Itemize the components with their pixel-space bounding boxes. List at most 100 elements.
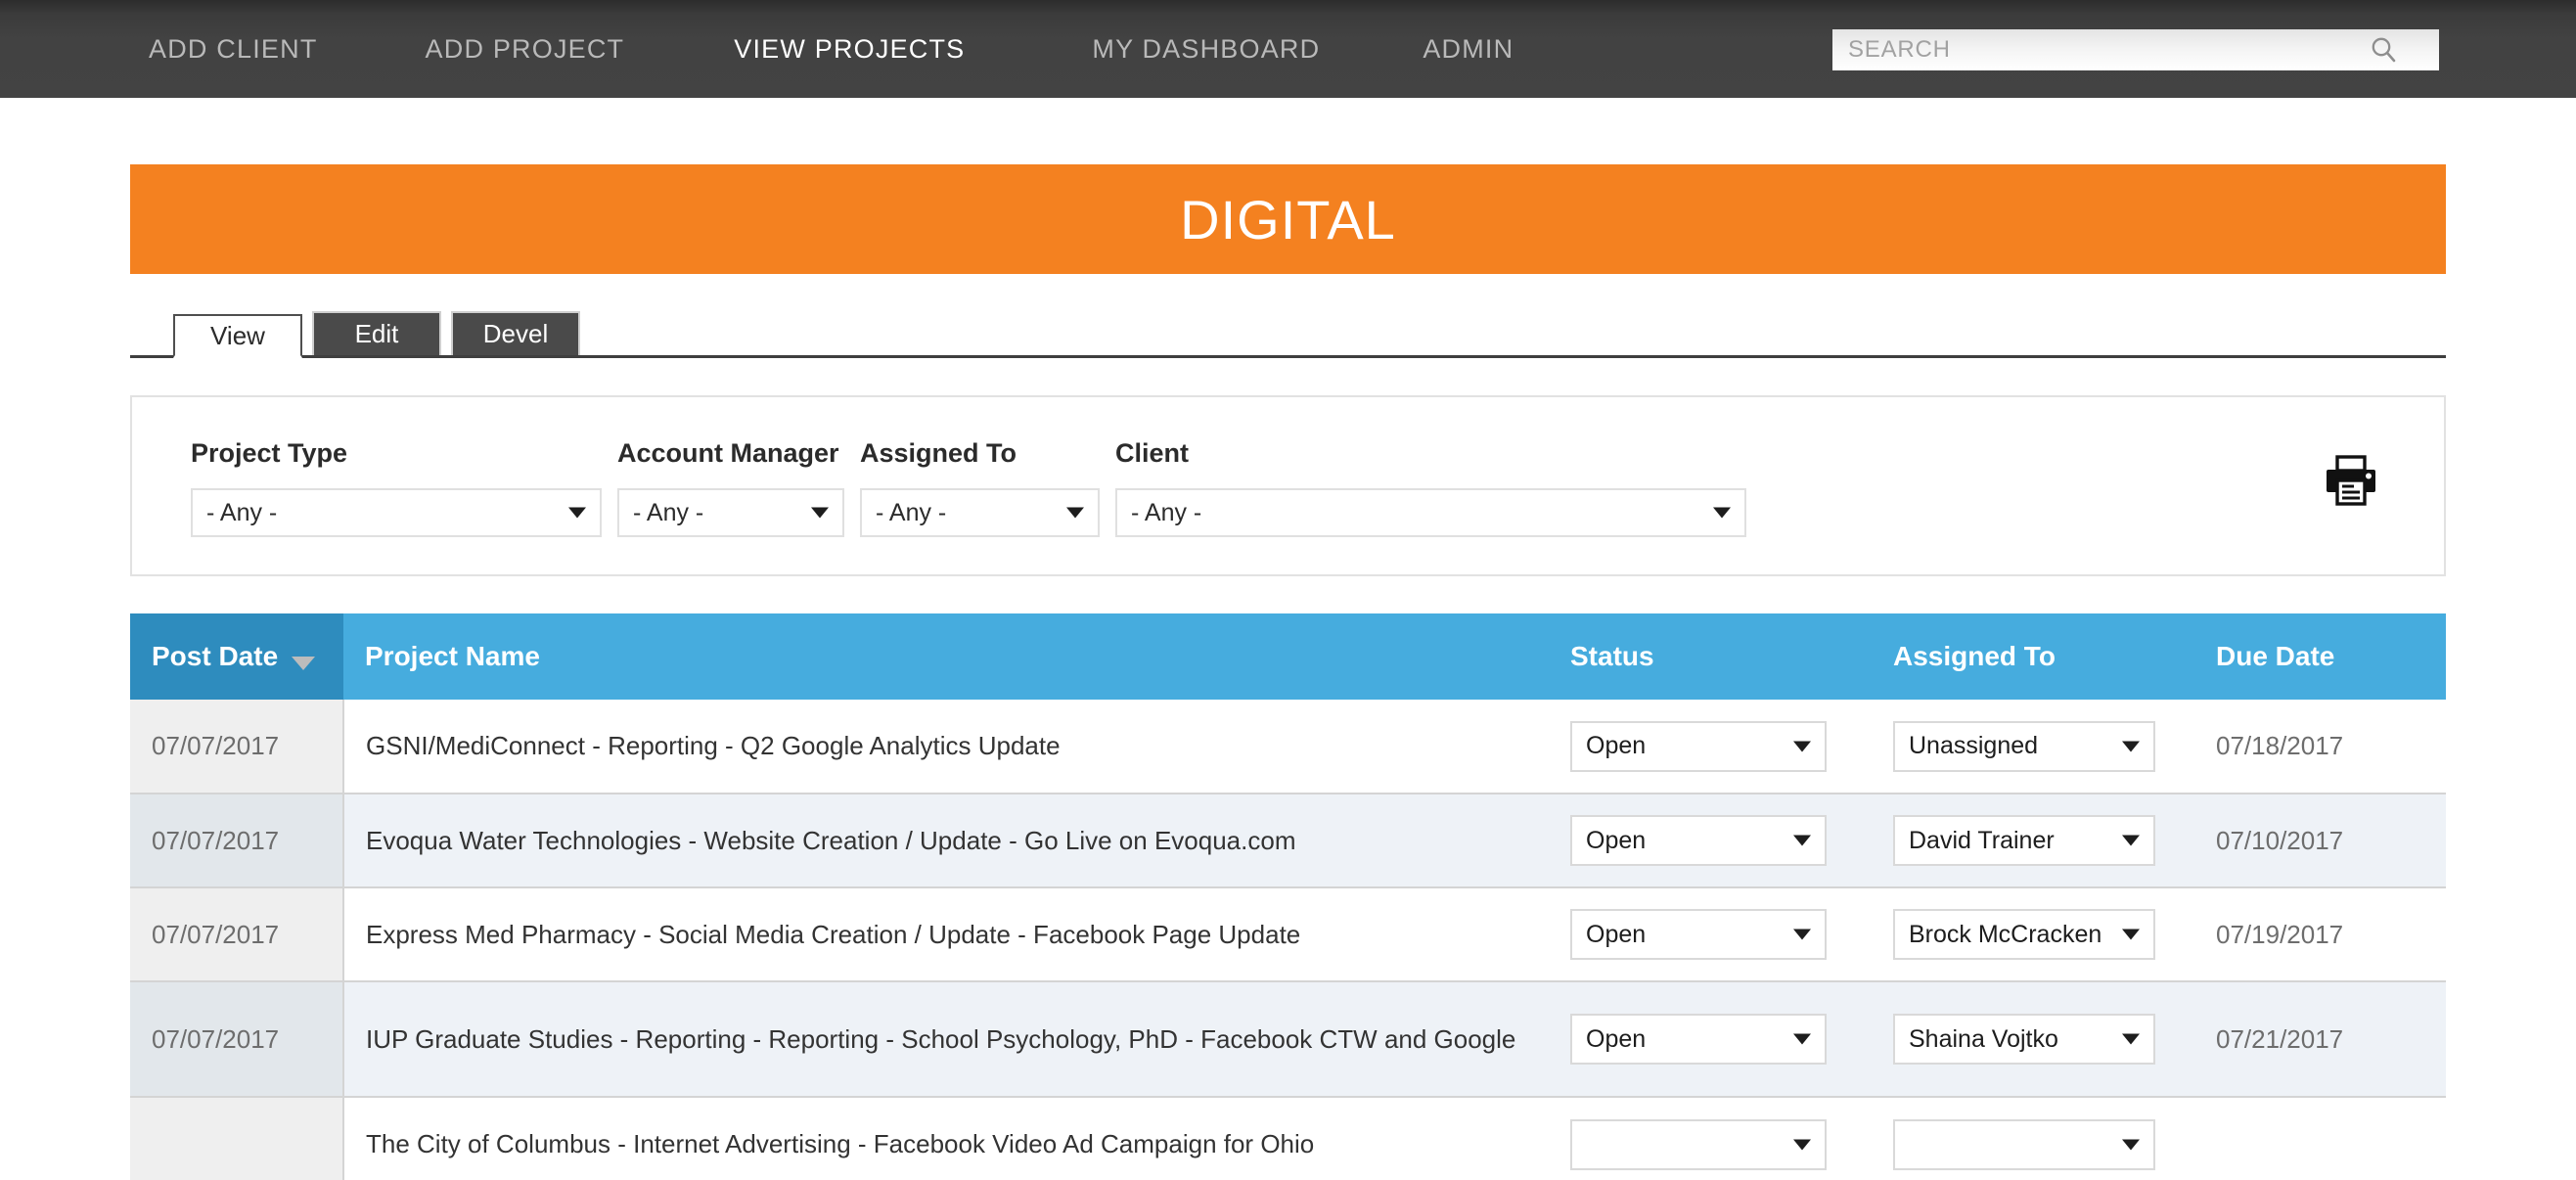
assigned-to-select-value: Shaina Vojtko bbox=[1909, 1025, 2058, 1054]
filter-account-manager-label: Account Manager bbox=[617, 438, 844, 469]
sort-desc-icon bbox=[292, 657, 315, 670]
cell-due-date: 07/18/2017 bbox=[2194, 700, 2446, 794]
chevron-down-icon bbox=[1793, 1139, 1811, 1150]
cell-project-name[interactable]: IUP Graduate Studies - Reporting - Repor… bbox=[343, 981, 1549, 1097]
column-header-due-date[interactable]: Due Date bbox=[2194, 613, 2446, 700]
tab-view[interactable]: View bbox=[173, 314, 302, 358]
status-select[interactable]: Open bbox=[1570, 1014, 1827, 1065]
chevron-down-icon bbox=[1793, 741, 1811, 751]
status-select[interactable] bbox=[1570, 1119, 1827, 1170]
cell-status: Open bbox=[1549, 700, 1872, 794]
chevron-down-icon bbox=[2122, 1139, 2140, 1150]
cell-status: Open bbox=[1549, 794, 1872, 887]
filter-client-value: - Any - bbox=[1131, 499, 1201, 527]
cell-project-name[interactable]: The City of Columbus - Internet Advertis… bbox=[343, 1097, 1549, 1180]
print-button[interactable] bbox=[2317, 448, 2385, 517]
cell-assigned-to: Brock McCracken bbox=[1872, 887, 2194, 981]
status-select-value: Open bbox=[1586, 827, 1646, 855]
assigned-to-select[interactable]: Shaina Vojtko bbox=[1893, 1014, 2155, 1065]
filter-account-manager-select[interactable]: - Any - bbox=[617, 488, 844, 537]
column-header-post-date[interactable]: Post Date bbox=[130, 613, 343, 700]
cell-status bbox=[1549, 1097, 1872, 1180]
filter-client: Client - Any - bbox=[1115, 438, 1746, 537]
cell-status: Open bbox=[1549, 887, 1872, 981]
chevron-down-icon bbox=[1066, 508, 1084, 519]
top-navigation-bar: ADD CLIENT ADD PROJECT VIEW PROJECTS MY … bbox=[0, 0, 2576, 98]
printer-icon bbox=[2323, 453, 2379, 513]
filter-project-type-select[interactable]: - Any - bbox=[191, 488, 602, 537]
nav-item-view-projects[interactable]: VIEW PROJECTS bbox=[734, 34, 965, 65]
projects-table: Post Date Project Name Status Assigned T… bbox=[130, 613, 2446, 1180]
status-select[interactable]: Open bbox=[1570, 721, 1827, 772]
tab-devel[interactable]: Devel bbox=[451, 311, 580, 355]
table-row[interactable]: 07/07/2017 Express Med Pharmacy - Social… bbox=[130, 887, 2446, 981]
status-select[interactable]: Open bbox=[1570, 909, 1827, 960]
table-row[interactable]: The City of Columbus - Internet Advertis… bbox=[130, 1097, 2446, 1180]
nav-links: ADD CLIENT ADD PROJECT VIEW PROJECTS MY … bbox=[149, 34, 1514, 65]
cell-post-date: 07/07/2017 bbox=[130, 700, 343, 794]
cell-post-date bbox=[130, 1097, 343, 1180]
table-header-row: Post Date Project Name Status Assigned T… bbox=[130, 613, 2446, 700]
view-mode-tabs: View Edit Devel bbox=[130, 311, 2446, 358]
cell-project-name[interactable]: GSNI/MediConnect - Reporting - Q2 Google… bbox=[343, 700, 1549, 794]
assigned-to-select-value: David Trainer bbox=[1909, 827, 2055, 855]
cell-due-date: 07/19/2017 bbox=[2194, 887, 2446, 981]
table-row[interactable]: 07/07/2017 IUP Graduate Studies - Report… bbox=[130, 981, 2446, 1097]
assigned-to-select-value: Unassigned bbox=[1909, 732, 2038, 760]
column-header-assigned-to[interactable]: Assigned To bbox=[1872, 613, 2194, 700]
assigned-to-select[interactable]: David Trainer bbox=[1893, 815, 2155, 866]
cell-due-date: 07/10/2017 bbox=[2194, 794, 2446, 887]
page-title: DIGITAL bbox=[1180, 188, 1396, 251]
search-box[interactable] bbox=[1832, 29, 2439, 70]
chevron-down-icon bbox=[1793, 930, 1811, 940]
assigned-to-select[interactable] bbox=[1893, 1119, 2155, 1170]
cell-post-date: 07/07/2017 bbox=[130, 887, 343, 981]
chevron-down-icon bbox=[2122, 741, 2140, 751]
cell-post-date: 07/07/2017 bbox=[130, 981, 343, 1097]
search-input[interactable] bbox=[1832, 30, 2361, 69]
chevron-down-icon bbox=[1793, 1034, 1811, 1045]
cell-assigned-to: David Trainer bbox=[1872, 794, 2194, 887]
chevron-down-icon bbox=[2122, 836, 2140, 846]
chevron-down-icon bbox=[2122, 1034, 2140, 1045]
tab-edit-label: Edit bbox=[355, 319, 399, 349]
status-select-value: Open bbox=[1586, 732, 1646, 760]
filter-project-type: Project Type - Any - bbox=[191, 438, 602, 537]
filter-assigned-to-select[interactable]: - Any - bbox=[860, 488, 1100, 537]
nav-item-add-client[interactable]: ADD CLIENT bbox=[149, 34, 318, 65]
assigned-to-select[interactable]: Brock McCracken bbox=[1893, 909, 2155, 960]
chevron-down-icon bbox=[1713, 508, 1731, 519]
page-banner: DIGITAL bbox=[130, 164, 2446, 274]
column-header-post-date-label: Post Date bbox=[152, 641, 278, 671]
cell-post-date: 07/07/2017 bbox=[130, 794, 343, 887]
tab-edit[interactable]: Edit bbox=[312, 311, 441, 355]
cell-project-name[interactable]: Evoqua Water Technologies - Website Crea… bbox=[343, 794, 1549, 887]
filter-project-type-value: - Any - bbox=[206, 499, 277, 527]
nav-item-admin[interactable]: ADMIN bbox=[1423, 34, 1514, 65]
nav-item-add-project[interactable]: ADD PROJECT bbox=[426, 34, 625, 65]
projects-table-body: 07/07/2017 GSNI/MediConnect - Reporting … bbox=[130, 700, 2446, 1180]
filter-assigned-to-label: Assigned To bbox=[860, 438, 1100, 469]
column-header-status[interactable]: Status bbox=[1549, 613, 1872, 700]
search-icon[interactable] bbox=[2361, 29, 2406, 70]
nav-item-my-dashboard[interactable]: MY DASHBOARD bbox=[1092, 34, 1320, 65]
status-select-value: Open bbox=[1586, 1025, 1646, 1054]
column-header-project-name[interactable]: Project Name bbox=[343, 613, 1549, 700]
assigned-to-select[interactable]: Unassigned bbox=[1893, 721, 2155, 772]
filter-account-manager: Account Manager - Any - bbox=[617, 438, 844, 537]
cell-due-date bbox=[2194, 1097, 2446, 1180]
status-select[interactable]: Open bbox=[1570, 815, 1827, 866]
filter-client-select[interactable]: - Any - bbox=[1115, 488, 1746, 537]
assigned-to-select-value: Brock McCracken bbox=[1909, 921, 2101, 949]
cell-project-name[interactable]: Express Med Pharmacy - Social Media Crea… bbox=[343, 887, 1549, 981]
cell-assigned-to: Unassigned bbox=[1872, 700, 2194, 794]
chevron-down-icon bbox=[1793, 836, 1811, 846]
chevron-down-icon bbox=[2122, 930, 2140, 940]
filter-assigned-to-value: - Any - bbox=[876, 499, 946, 527]
cell-assigned-to bbox=[1872, 1097, 2194, 1180]
projects-table-header: Post Date Project Name Status Assigned T… bbox=[130, 613, 2446, 700]
table-row[interactable]: 07/07/2017 GSNI/MediConnect - Reporting … bbox=[130, 700, 2446, 794]
status-select-value: Open bbox=[1586, 921, 1646, 949]
table-row[interactable]: 07/07/2017 Evoqua Water Technologies - W… bbox=[130, 794, 2446, 887]
filter-account-manager-value: - Any - bbox=[633, 499, 703, 527]
